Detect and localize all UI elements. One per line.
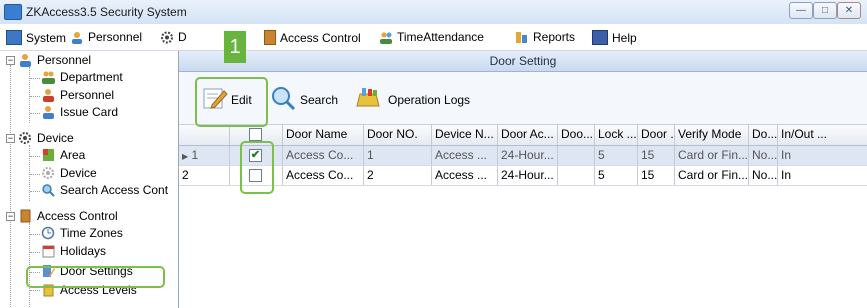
column-header[interactable]: Do... [749, 125, 778, 145]
menu-help[interactable]: Help [592, 30, 637, 45]
toolbar: Edit Search Operation Logs [179, 72, 867, 125]
cell-doo [558, 146, 595, 165]
cell-doo [558, 166, 595, 185]
main-panel: Door Setting Edit Search Operation Logs … [179, 51, 867, 308]
row-number: ▶ 1 [179, 146, 230, 165]
collapse-icon[interactable]: − [6, 55, 15, 65]
person-icon [18, 53, 33, 67]
door-icon [264, 30, 276, 45]
close-button[interactable]: ✕ [837, 2, 861, 19]
gear-icon [41, 166, 56, 180]
menu-access-control[interactable]: Access Control [264, 30, 361, 45]
collapse-icon[interactable]: − [6, 211, 15, 221]
menu-system[interactable]: System [6, 30, 66, 45]
person-icon [70, 31, 84, 44]
edit-highlight [195, 77, 268, 127]
cell-door-no: 1 [364, 146, 432, 165]
calendar-icon [41, 244, 56, 258]
operation-logs-icon [354, 86, 384, 113]
menu-device[interactable]: D [160, 30, 187, 44]
maximize-button[interactable]: □ [813, 2, 837, 19]
menu-reports[interactable]: Reports [515, 30, 575, 44]
grid-header: Door Name Door NO. Device N... Door Ac..… [179, 125, 867, 146]
clock-icon [41, 226, 56, 240]
window-title: ZKAccess3.5 Security System [26, 5, 187, 19]
door-icon [18, 209, 33, 223]
department-icon [41, 70, 56, 84]
cell-door-name: Access Co... [283, 146, 364, 165]
cell-door-active: 24-Hour... [498, 146, 558, 165]
column-header[interactable]: Door NO. [364, 125, 432, 145]
table-row[interactable]: 2 Access Co... 2 Access ... 24-Hour... 5… [179, 166, 867, 186]
tree-personnel[interactable]: − Personnel [6, 53, 91, 67]
column-header[interactable]: Lock ... [595, 125, 638, 145]
column-header[interactable]: Door ... [638, 125, 675, 145]
minimize-button[interactable]: — [789, 2, 813, 19]
cell-door-name: Access Co... [283, 166, 364, 185]
tree-search-access-controller[interactable]: Search Access Cont [41, 183, 168, 197]
door-settings-highlight [26, 266, 165, 288]
operation-logs-button[interactable]: Operation Logs [354, 86, 470, 113]
card-icon [41, 105, 56, 119]
cell-lock: 5 [595, 166, 638, 185]
cell-door-no: 2 [364, 166, 432, 185]
cell-door-active: 24-Hour... [498, 166, 558, 185]
table-row[interactable]: ▶ 1 ✔ Access Co... 1 Access ... 24-Hour.… [179, 146, 867, 166]
cell-device-name: Access ... [432, 166, 498, 185]
users-icon [379, 31, 393, 44]
row-number: 2 [179, 166, 230, 185]
cell-do: No... [749, 166, 778, 185]
report-icon [515, 31, 529, 44]
search-button[interactable]: Search [270, 86, 338, 113]
tree-device[interactable]: − Device [6, 131, 74, 145]
tree-department[interactable]: Department [41, 70, 123, 84]
row-pointer-icon: ▶ [182, 152, 189, 161]
collapse-icon[interactable]: − [6, 133, 15, 143]
column-header[interactable]: Doo... [558, 125, 595, 145]
step-number-badge: 1 [224, 31, 246, 63]
column-header[interactable]: Door Name [283, 125, 364, 145]
cell-door: 15 [638, 166, 675, 185]
panel-title: Door Setting [489, 54, 557, 68]
column-header[interactable]: Device N... [432, 125, 498, 145]
search-icon [270, 86, 296, 113]
cell-device-name: Access ... [432, 146, 498, 165]
cell-lock: 5 [595, 146, 638, 165]
tree-holidays[interactable]: Holidays [41, 244, 106, 258]
cell-verify-mode: Card or Fin... [675, 166, 749, 185]
app-icon [4, 4, 22, 20]
tree-time-zones[interactable]: Time Zones [41, 226, 123, 240]
tree-area[interactable]: Area [41, 148, 85, 162]
tree-device-item[interactable]: Device [41, 166, 97, 180]
gear-icon [160, 31, 174, 44]
cell-in-out: In [781, 148, 792, 162]
monitor-icon [6, 30, 22, 45]
help-book-icon [592, 30, 608, 45]
menu-timeattendance[interactable]: TimeAttendance [379, 30, 484, 44]
cell-door: 15 [638, 146, 675, 165]
cell-do: No... [749, 146, 778, 165]
cell-in-out: In [781, 168, 792, 182]
search-icon [41, 183, 56, 197]
cell-verify-mode: Card or Fin... [675, 146, 749, 165]
title-bar: ZKAccess3.5 Security System — □ ✕ [0, 0, 867, 25]
person-icon [41, 88, 56, 102]
column-header[interactable]: In/Out ... [778, 125, 867, 145]
checkbox-highlight [240, 141, 274, 194]
column-header[interactable]: Door Ac... [498, 125, 558, 145]
gear-icon [18, 131, 33, 145]
tree-issue-card[interactable]: Issue Card [41, 105, 118, 119]
menu-bar: System Personnel D Access Control TimeAt… [0, 24, 867, 51]
tree-access-control[interactable]: − Access Control [6, 209, 118, 223]
tree-personnel-item[interactable]: Personnel [41, 88, 114, 102]
select-all-checkbox[interactable] [249, 128, 262, 141]
row-number-header [179, 125, 230, 145]
menu-personnel[interactable]: Personnel [70, 30, 142, 44]
column-header[interactable]: Verify Mode [675, 125, 749, 145]
panel-header: Door Setting [179, 51, 867, 72]
area-icon [41, 148, 56, 162]
